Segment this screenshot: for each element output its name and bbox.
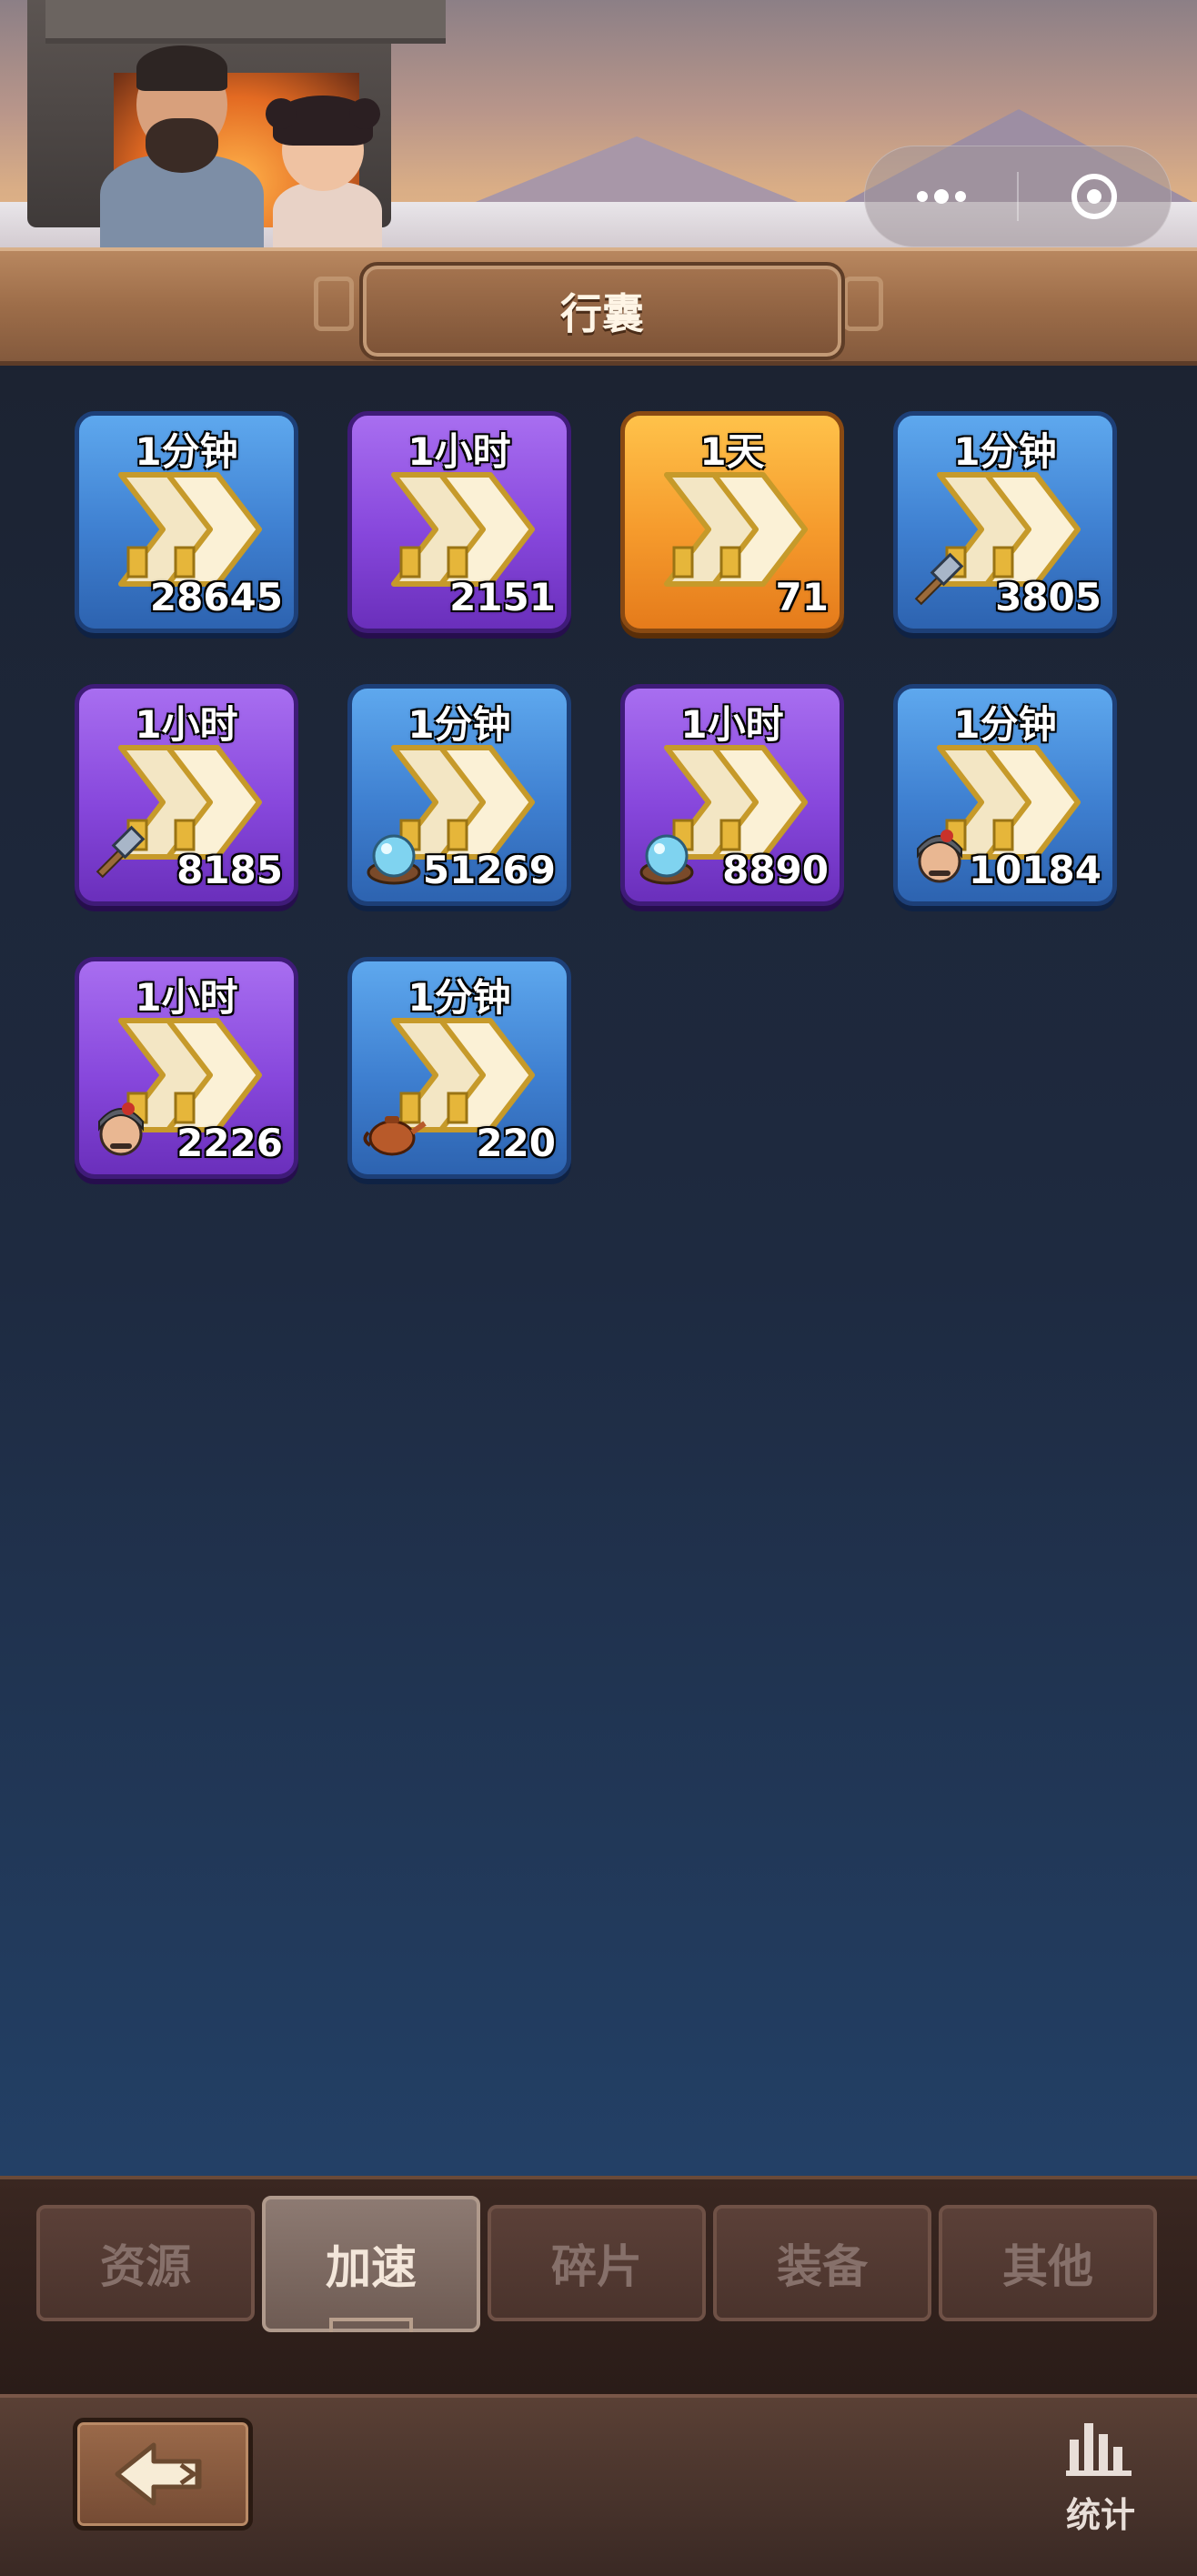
- miniprogram-capsule: [864, 146, 1172, 247]
- hammer-icon: [96, 825, 146, 879]
- target-circle-icon: [1071, 174, 1117, 219]
- item-count: 28645: [149, 575, 283, 619]
- speedup-item[interactable]: 1分钟 220: [347, 957, 571, 1179]
- more-dots-icon: [917, 189, 966, 204]
- hammer-icon: [914, 552, 964, 606]
- tab-resources[interactable]: 资源: [36, 2205, 255, 2321]
- item-count: 8185: [176, 848, 283, 892]
- teapot-icon: [363, 1116, 427, 1156]
- speedup-item[interactable]: 1分钟 28645: [75, 411, 298, 633]
- crystal-ball-icon: [367, 834, 421, 885]
- ornament-right: [843, 277, 883, 331]
- item-count: 8890: [722, 848, 829, 892]
- item-duration-label: 1分钟: [407, 975, 511, 1020]
- man-character-beard: [146, 118, 218, 173]
- house-roof: [45, 0, 446, 44]
- speedup-chevron-icon: [664, 472, 808, 587]
- speedup-item[interactable]: 1天 71: [620, 411, 844, 633]
- man-character-hair: [136, 45, 227, 91]
- bar-chart-icon: [1066, 2423, 1132, 2476]
- item-duration-label: 1小时: [135, 702, 238, 747]
- page-title: 行囊: [560, 289, 644, 338]
- girl-character-bun: [349, 98, 380, 129]
- tab-label: 碎片: [551, 2240, 642, 2293]
- crystal-ball-icon: [639, 834, 694, 885]
- tab-fragments[interactable]: 碎片: [488, 2205, 706, 2321]
- item-duration-label: 1分钟: [135, 429, 238, 474]
- speedup-item[interactable]: 1小时 2151: [347, 411, 571, 633]
- back-arrow-icon: [115, 2442, 202, 2506]
- header-banner: [0, 0, 1197, 250]
- item-count: 2151: [449, 575, 556, 619]
- tab-label: 其他: [1002, 2240, 1093, 2293]
- item-duration-label: 1小时: [680, 702, 784, 747]
- more-button[interactable]: [865, 146, 1018, 247]
- tab-label: 装备: [777, 2240, 868, 2293]
- speedup-item[interactable]: 1小时 8185: [75, 684, 298, 906]
- title-plate: 行囊: [359, 262, 845, 360]
- tab-label: 加速: [326, 2241, 417, 2294]
- speedup-chevron-icon: [118, 472, 262, 587]
- speedup-item[interactable]: 1分钟 10184: [893, 684, 1117, 906]
- stats-button[interactable]: 统计: [1046, 2414, 1155, 2541]
- tab-equipment[interactable]: 装备: [713, 2205, 931, 2321]
- ornament-left: [314, 277, 354, 331]
- speedup-item[interactable]: 1小时 2226: [75, 957, 298, 1179]
- speedup-item[interactable]: 1小时 8890: [620, 684, 844, 906]
- soldier-icon: [98, 1102, 144, 1156]
- speedup-chevron-icon: [391, 472, 535, 587]
- item-count: 51269: [422, 848, 556, 892]
- item-duration-label: 1分钟: [953, 702, 1057, 747]
- tab-speedup[interactable]: 加速: [262, 2196, 480, 2332]
- item-duration-label: 1小时: [135, 975, 238, 1020]
- item-count: 220: [476, 1121, 556, 1165]
- item-count: 2226: [176, 1121, 283, 1165]
- item-count: 3805: [995, 575, 1101, 619]
- speedup-item[interactable]: 1分钟 51269: [347, 684, 571, 906]
- item-duration-label: 1分钟: [953, 429, 1057, 474]
- soldier-icon: [917, 830, 962, 883]
- girl-character-bun: [266, 98, 297, 129]
- tab-label: 资源: [100, 2240, 191, 2293]
- item-count: 71: [775, 575, 829, 619]
- item-count: 10184: [968, 848, 1101, 892]
- girl-character: [273, 182, 382, 250]
- title-bar: 行囊: [0, 247, 1197, 366]
- tab-other[interactable]: 其他: [939, 2205, 1157, 2321]
- item-duration-label: 1分钟: [407, 702, 511, 747]
- close-miniprogram-button[interactable]: [1018, 146, 1171, 247]
- bottom-bar: 统计: [0, 2394, 1197, 2576]
- back-button[interactable]: [73, 2418, 253, 2531]
- speedup-item[interactable]: 1分钟 3805: [893, 411, 1117, 633]
- item-duration-label: 1小时: [407, 429, 511, 474]
- inventory-area: 1分钟 28645 1小时 2151 1天 71 1分钟 3805 1小时 8185 1分钟 5126…: [0, 366, 1197, 2176]
- item-duration-label: 1天: [699, 429, 765, 474]
- category-tabs: 资源 加速 碎片 装备 其他: [0, 2176, 1197, 2394]
- stats-label: 统计: [1065, 2495, 1135, 2535]
